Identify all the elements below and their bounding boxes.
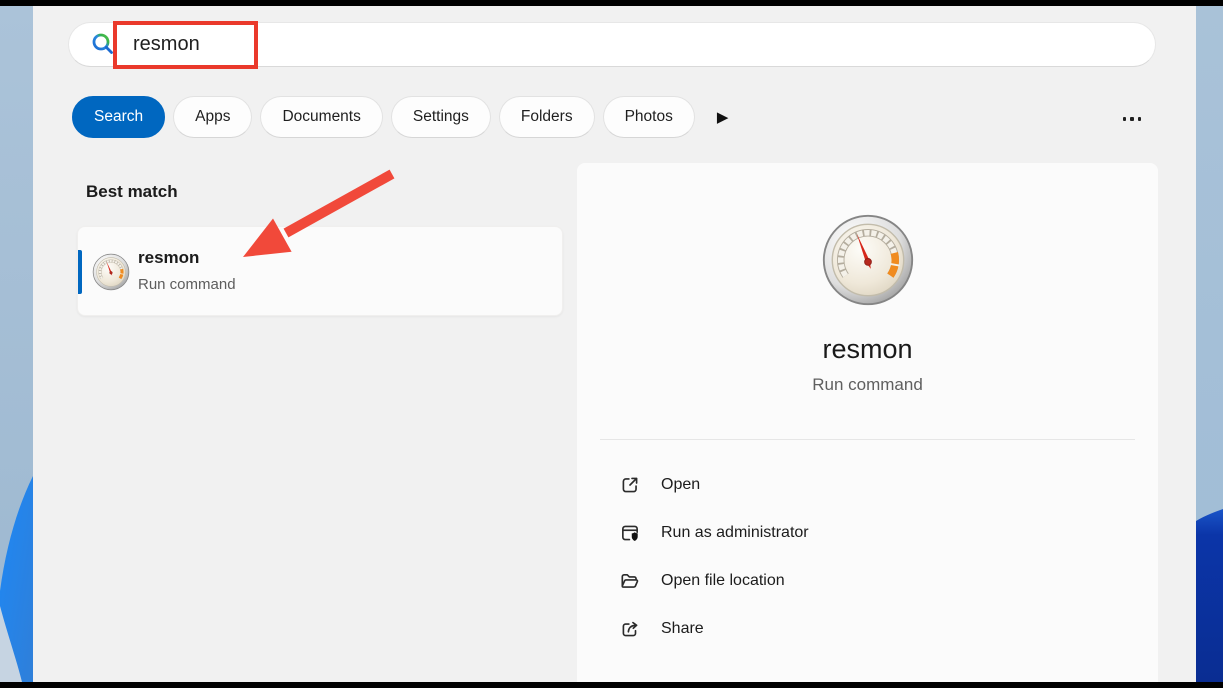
windows-search-window: resmon Search Apps Documents Settings Fo… — [0, 0, 1223, 688]
result-subtitle: Run command — [138, 276, 236, 293]
tab-apps[interactable]: Apps — [173, 96, 252, 138]
more-options-icon[interactable] — [1116, 110, 1148, 128]
result-title: resmon — [138, 248, 199, 268]
desktop-wallpaper-right — [1196, 6, 1223, 682]
action-share[interactable]: Share — [577, 605, 1158, 653]
selection-accent-bar — [78, 250, 82, 294]
desktop-wallpaper-left — [0, 6, 33, 682]
gauge-meter-icon — [821, 213, 915, 307]
action-label: Share — [661, 620, 704, 638]
tab-documents[interactable]: Documents — [260, 96, 382, 138]
annotation-highlight-box — [113, 21, 258, 69]
preview-panel: resmon Run command Open Run as administr… — [577, 163, 1158, 688]
tab-search[interactable]: Search — [72, 96, 165, 138]
tab-photos[interactable]: Photos — [603, 96, 695, 138]
open-external-icon — [619, 474, 641, 496]
action-list: Open Run as administrator Open file loca… — [577, 461, 1158, 653]
action-label: Open — [661, 476, 700, 494]
top-border — [0, 0, 1223, 6]
action-label: Open file location — [661, 572, 785, 590]
tab-settings[interactable]: Settings — [391, 96, 491, 138]
tab-folders[interactable]: Folders — [499, 96, 595, 138]
search-filter-tabs: Search Apps Documents Settings Folders P… — [72, 96, 728, 138]
action-open[interactable]: Open — [577, 461, 1158, 509]
action-label: Run as administrator — [661, 524, 809, 542]
preview-app-title: resmon — [577, 334, 1158, 365]
tabs-overflow-icon[interactable]: ▶ — [717, 108, 729, 126]
gauge-meter-icon — [92, 253, 130, 291]
section-heading: Best match — [86, 182, 178, 202]
bottom-border — [0, 682, 1223, 688]
best-match-result[interactable]: resmon Run command — [77, 226, 563, 316]
action-open-file-location[interactable]: Open file location — [577, 557, 1158, 605]
divider — [600, 439, 1135, 440]
share-icon — [619, 618, 641, 640]
preview-app-subtitle: Run command — [577, 375, 1158, 395]
action-run-as-administrator[interactable]: Run as administrator — [577, 509, 1158, 557]
admin-shield-icon — [619, 522, 641, 544]
folder-open-icon — [619, 570, 641, 592]
